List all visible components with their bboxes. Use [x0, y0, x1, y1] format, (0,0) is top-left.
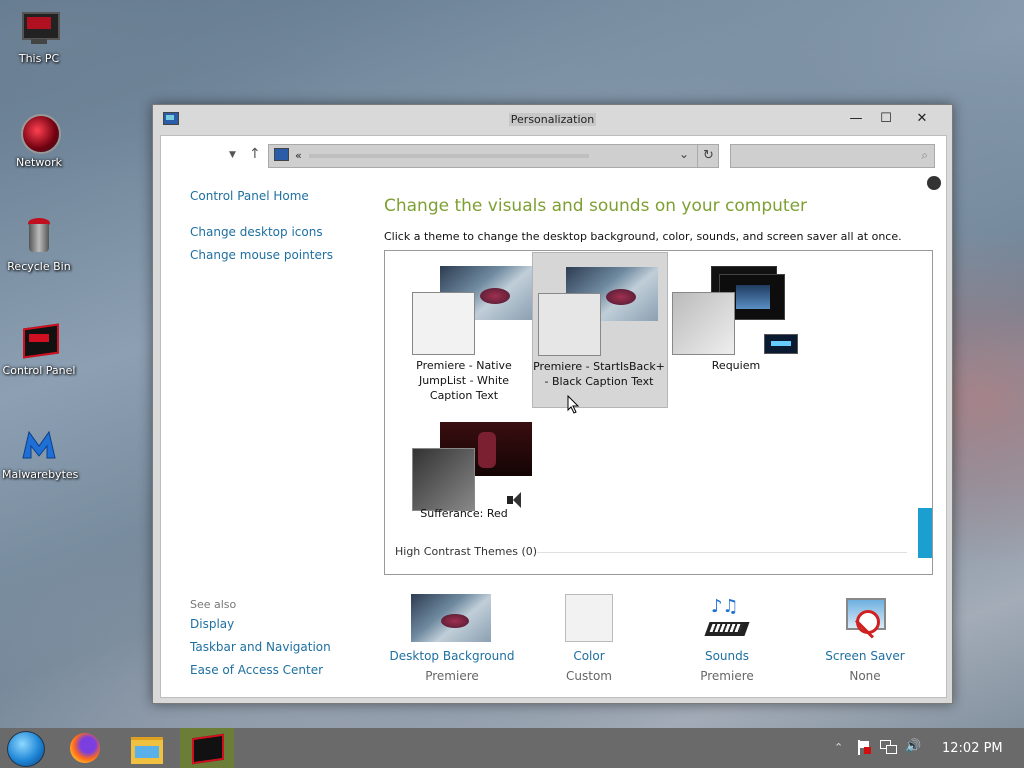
theme-label: Requiem: [711, 359, 761, 372]
desktop-icon-this-pc[interactable]: This PC: [2, 8, 76, 65]
taskbar-control-panel[interactable]: [180, 728, 234, 768]
window-title: Personalization: [508, 113, 597, 126]
taskbar-clock[interactable]: 12:02 PM: [942, 741, 1003, 756]
title-bar[interactable]: Personalization — ☐ ✕: [153, 105, 952, 135]
desktop-icon-label: Malwarebytes: [2, 468, 79, 481]
theme-color-swatch: [412, 292, 475, 355]
see-also-link-taskbar[interactable]: Taskbar and Navigation: [190, 640, 331, 654]
scrollbar-thumb[interactable]: [918, 508, 932, 558]
maximize-button[interactable]: ☐: [871, 107, 901, 131]
desktop-icon-label: Recycle Bin: [7, 260, 71, 273]
control-panel-icon: [19, 320, 59, 360]
taskbar-file-explorer[interactable]: [120, 728, 174, 768]
theme-item-selected[interactable]: Premiere - StartIsBack+ - Black Caption …: [532, 252, 668, 414]
desktop-icon-network[interactable]: Network: [2, 112, 76, 169]
sidebar-link-change-mouse-pointers[interactable]: Change mouse pointers: [190, 248, 333, 262]
up-arrow-icon[interactable]: ↑: [249, 146, 261, 162]
screen-saver-icon: [842, 594, 888, 640]
desktop-icon-control-panel[interactable]: Control Panel: [2, 320, 76, 377]
setting-value: Premiere: [700, 669, 754, 683]
themes-list: Premiere - Native JumpList - White Capti…: [384, 250, 933, 575]
minimize-button[interactable]: —: [841, 107, 871, 131]
refresh-icon[interactable]: ↻: [697, 145, 719, 167]
theme-color-swatch: [538, 293, 601, 356]
setting-value: Custom: [566, 669, 612, 683]
desktop-icon-label: Control Panel: [2, 364, 76, 377]
setting-name: Sounds: [704, 649, 750, 663]
computer-icon: [19, 8, 60, 48]
setting-name: Desktop Background: [389, 649, 515, 663]
desktop-icon-recycle-bin[interactable]: Recycle Bin: [2, 216, 76, 273]
sidebar-link-control-panel-home[interactable]: Control Panel Home: [190, 189, 309, 203]
theme-label: Sufferance: Red: [420, 507, 508, 520]
setting-value: Premiere: [425, 669, 479, 683]
setting-name: Screen Saver: [825, 649, 905, 663]
theme-color-swatch: [412, 448, 475, 511]
address-overflow[interactable]: «: [295, 149, 302, 162]
control-panel-small-icon: [274, 148, 289, 161]
color-swatch: [565, 594, 613, 642]
page-heading: Change the visuals and sounds on your co…: [384, 196, 808, 216]
search-input[interactable]: ⌕: [730, 144, 935, 168]
start-button[interactable]: [0, 728, 54, 768]
desktop-icon-malwarebytes[interactable]: Malwarebytes: [2, 424, 79, 481]
setting-value: None: [849, 669, 881, 683]
address-field[interactable]: « ⌄ ↻: [268, 144, 719, 168]
help-icon[interactable]: [927, 176, 941, 190]
theme-color-swatch: [672, 292, 735, 355]
theme-label: Premiere - Native JumpList - White Capti…: [416, 359, 512, 402]
malwarebytes-icon: [19, 424, 59, 464]
divider: [537, 552, 907, 553]
search-icon: ⌕: [921, 148, 928, 162]
theme-item[interactable]: Premiere - Native JumpList - White Capti…: [397, 252, 532, 406]
page-subheading: Click a theme to change the desktop back…: [384, 230, 902, 243]
folder-icon: [131, 737, 163, 764]
recent-locations-chevron-icon[interactable]: ▼: [229, 150, 236, 160]
setting-name: Color: [573, 649, 605, 663]
action-center-flag-icon[interactable]: [857, 740, 871, 755]
close-button[interactable]: ✕: [907, 107, 937, 131]
network-tray-icon[interactable]: [880, 740, 897, 755]
taskbar: ⌃ 🔊 12:02 PM: [0, 728, 1024, 768]
volume-icon[interactable]: 🔊: [905, 739, 921, 754]
window-client-area: ▼ ↑ « ⌄ ↻ ⌕ Control Panel Home Change de…: [160, 135, 947, 698]
firefox-icon: [70, 733, 100, 763]
personalization-window: Personalization — ☐ ✕ ▼ ↑ « ⌄ ↻ ⌕ Contro…: [152, 104, 953, 704]
recycle-bin-icon: [19, 216, 59, 256]
theme-label: Premiere - StartIsBack+ - Black Caption …: [533, 360, 665, 388]
address-bar-row: ▼ ↑ « ⌄ ↻ ⌕: [161, 136, 946, 176]
theme-item[interactable]: Sufferance: Red: [397, 408, 532, 562]
see-also-link-ease-of-access[interactable]: Ease of Access Center: [190, 663, 323, 677]
high-contrast-header[interactable]: High Contrast Themes (0): [395, 545, 537, 558]
theme-item[interactable]: Requiem: [669, 252, 803, 406]
control-panel-icon: [192, 733, 224, 765]
show-hidden-icons-chevron-icon[interactable]: ⌃: [834, 741, 843, 754]
desktop-icon-label: This PC: [18, 52, 60, 65]
see-also-title: See also: [190, 598, 237, 611]
network-globe-icon: [19, 112, 61, 154]
taskbar-firefox[interactable]: [58, 728, 112, 768]
see-also-link-display[interactable]: Display: [190, 617, 234, 631]
start-orb-icon: [7, 731, 45, 767]
mouse-cursor-icon: [567, 395, 580, 414]
theme-screensaver-thumbnail: [764, 334, 798, 354]
desktop-background-thumbnail: [411, 594, 491, 642]
address-breadcrumb-blurred: [309, 154, 589, 158]
sounds-icon: ♪♫: [703, 594, 751, 642]
desktop-icon-label: Network: [16, 156, 62, 169]
address-dropdown-chevron-icon[interactable]: ⌄: [679, 147, 689, 161]
sidebar-link-change-desktop-icons[interactable]: Change desktop icons: [190, 225, 323, 239]
